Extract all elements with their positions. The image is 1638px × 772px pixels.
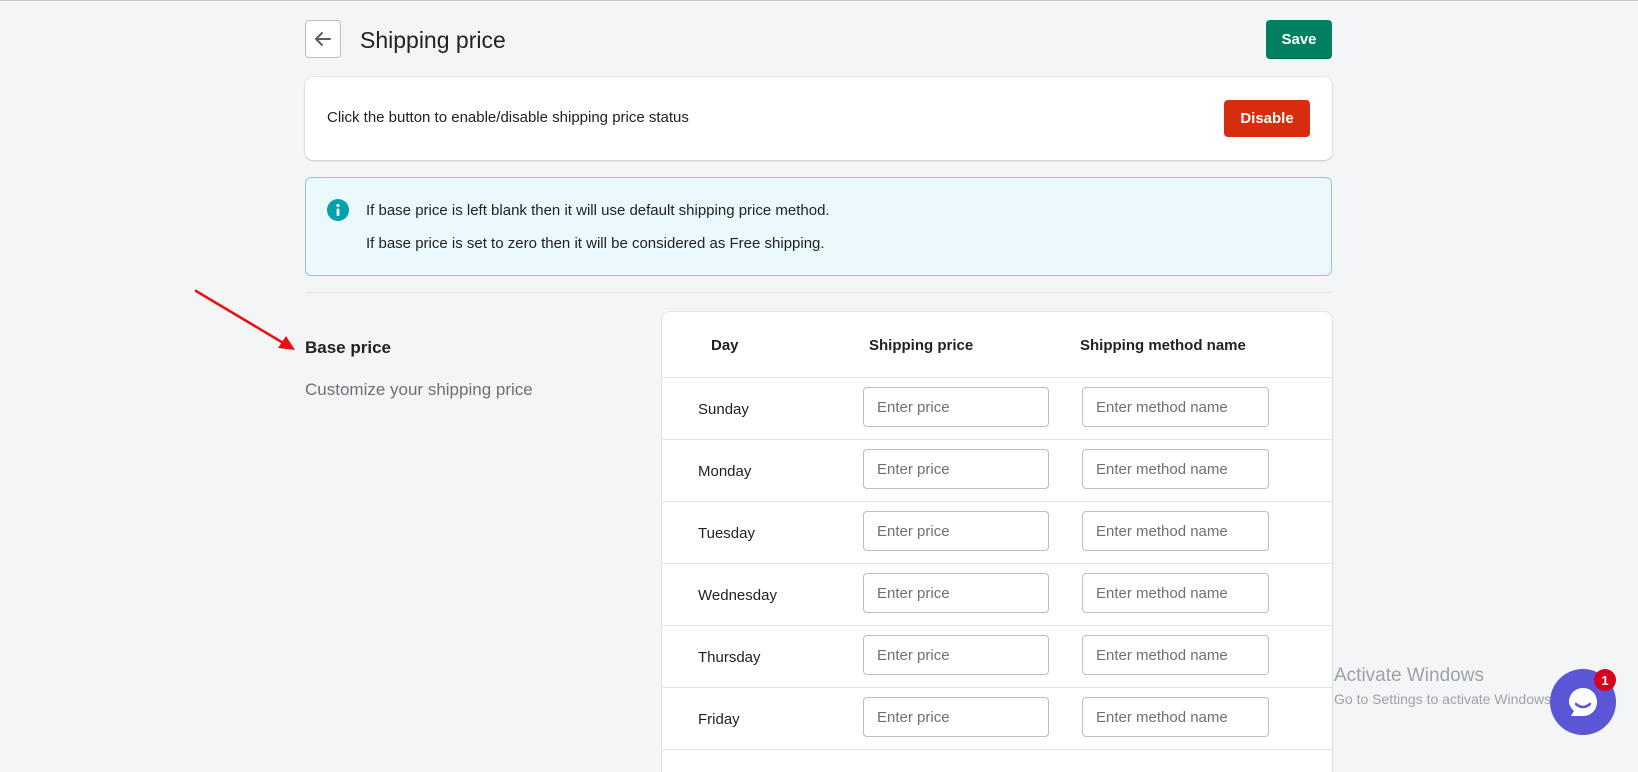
sunday-method-input[interactable] (1082, 387, 1269, 427)
tuesday-price-input[interactable] (863, 511, 1049, 551)
table-row-wednesday: Wednesday (662, 564, 1332, 626)
back-button[interactable] (305, 20, 341, 58)
info-banner: If base price is left blank then it will… (305, 177, 1332, 276)
section-divider (305, 292, 1332, 293)
monday-method-input[interactable] (1082, 449, 1269, 489)
base-price-table: Day Shipping price Shipping method name … (662, 312, 1332, 772)
top-border (0, 0, 1638, 1)
day-label: Tuesday (698, 524, 755, 542)
table-row-monday: Monday (662, 440, 1332, 502)
status-card: Click the button to enable/disable shipp… (305, 77, 1332, 160)
watermark-title: Activate Windows (1334, 665, 1484, 686)
thursday-price-input[interactable] (863, 635, 1049, 675)
thursday-method-input[interactable] (1082, 635, 1269, 675)
column-header-shipping-price: Shipping price (869, 337, 974, 354)
arrow-left-icon (315, 32, 331, 46)
wednesday-method-input[interactable] (1082, 573, 1269, 613)
info-line-blank: If base price is left blank then it will… (366, 202, 830, 219)
page-title: Shipping price (360, 27, 506, 53)
table-row-friday: Friday (662, 688, 1332, 750)
sunday-price-input[interactable] (863, 387, 1049, 427)
day-label: Wednesday (698, 586, 777, 604)
friday-method-input[interactable] (1082, 697, 1269, 737)
day-label: Thursday (698, 648, 761, 666)
column-header-day: Day (711, 337, 739, 354)
day-label: Friday (698, 710, 740, 728)
wednesday-price-input[interactable] (863, 573, 1049, 613)
annotation-arrow (194, 289, 295, 350)
disable-button[interactable]: Disable (1224, 100, 1310, 137)
table-row-thursday: Thursday (662, 626, 1332, 688)
info-line-zero: If base price is set to zero then it wil… (366, 235, 825, 252)
friday-price-input[interactable] (863, 697, 1049, 737)
info-icon (327, 199, 349, 221)
chat-unread-badge: 1 (1594, 669, 1616, 691)
column-header-method-name: Shipping method name (1080, 337, 1246, 354)
status-text: Click the button to enable/disable shipp… (327, 109, 689, 126)
table-row-sunday: Sunday (662, 378, 1332, 440)
section-title: Base price (305, 338, 391, 357)
day-label: Sunday (698, 400, 749, 418)
save-button[interactable]: Save (1266, 20, 1332, 59)
row-divider (662, 749, 1332, 750)
monday-price-input[interactable] (863, 449, 1049, 489)
chat-icon (1569, 688, 1597, 716)
day-label: Monday (698, 462, 752, 480)
tuesday-method-input[interactable] (1082, 511, 1269, 551)
section-subtitle: Customize your shipping price (305, 380, 533, 399)
table-row-tuesday: Tuesday (662, 502, 1332, 564)
watermark-subtitle: Go to Settings to activate Windows. (1334, 691, 1555, 707)
windows-activation-watermark: Activate Windows Go to Settings to activ… (1334, 664, 1555, 708)
